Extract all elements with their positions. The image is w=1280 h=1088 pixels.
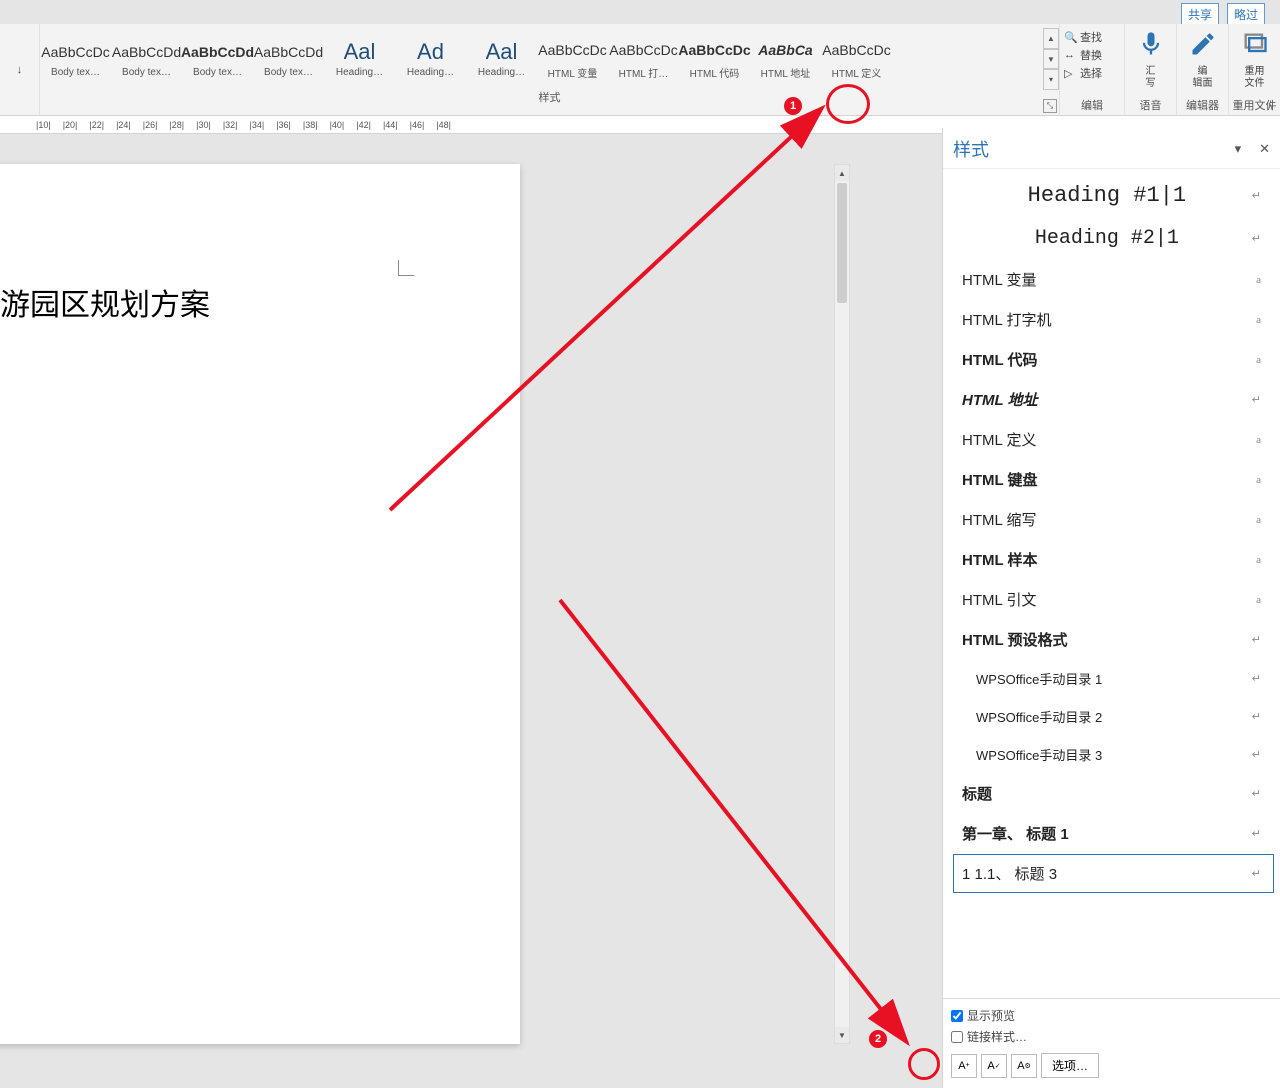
more-button[interactable]: 略过 — [1227, 3, 1265, 26]
scroll-down[interactable]: ▼ — [835, 1027, 849, 1043]
document-area: 游园区规划方案 ▲ ▼ — [0, 134, 850, 1088]
style-list-item[interactable]: Heading #2|1↵ — [953, 218, 1274, 259]
ribbon: ↓ AaBbCcDcBody tex…AaBbCcDdBody tex…AaBb… — [0, 24, 1280, 116]
replace-icon: ↔ — [1064, 49, 1076, 61]
voice-section[interactable]: 汇 写 语音 — [1124, 24, 1176, 115]
cursor-mark — [398, 260, 414, 276]
style-gallery-item[interactable]: AaBbCcDcHTML 代码 — [679, 28, 750, 86]
style-list-item[interactable]: HTML 变量a — [953, 260, 1274, 299]
pane-footer: 显示预览 链接样式… A+ A✓ A⚙ 选项… — [943, 998, 1280, 1088]
style-list-item[interactable]: 1 1.1、 标题 3↵ — [953, 854, 1274, 893]
vertical-scrollbar[interactable]: ▲ ▼ — [834, 164, 850, 1044]
clipboard-section: ↓ — [0, 24, 40, 115]
manage-styles-button[interactable]: A⚙ — [1011, 1054, 1037, 1078]
replace-button[interactable]: ↔替换 — [1064, 46, 1120, 64]
style-list-item[interactable]: HTML 地址↵ — [953, 380, 1274, 419]
editor-icon — [1189, 30, 1217, 58]
annotation-ring-2 — [908, 1048, 940, 1080]
clipboard-icon: ↓ — [17, 64, 23, 76]
style-gallery-item[interactable]: AdHeading… — [395, 28, 466, 86]
style-list-item[interactable]: HTML 代码a — [953, 340, 1274, 379]
style-list-item[interactable]: HTML 键盘a — [953, 460, 1274, 499]
gallery-spinner: ▲ ▼ ▾ — [1043, 28, 1059, 90]
new-style-button[interactable]: A+ — [951, 1054, 977, 1078]
collapse-ribbon[interactable]: ∧ — [1267, 102, 1274, 113]
style-list-item[interactable]: HTML 引文a — [953, 580, 1274, 619]
pane-close[interactable]: ✕ — [1259, 141, 1270, 157]
style-list-item[interactable]: WPSOffice手动目录 1↵ — [953, 660, 1274, 697]
reuse-icon — [1241, 30, 1269, 58]
pane-title: 样式 — [953, 136, 989, 162]
editing-label: 编辑 — [1064, 97, 1120, 113]
gallery-down[interactable]: ▼ — [1043, 49, 1059, 70]
styles-launcher[interactable]: ⤡ — [1043, 99, 1057, 113]
show-preview-checkbox[interactable]: 显示预览 — [951, 1005, 1272, 1026]
gallery-up[interactable]: ▲ — [1043, 28, 1059, 49]
gallery-more[interactable]: ▾ — [1043, 69, 1059, 90]
styles-pane: 样式 ▾ ✕ Heading #1|1↵Heading #2|1↵HTML 变量… — [942, 128, 1280, 1088]
annotation-badge-2: 2 — [869, 1030, 887, 1048]
style-list-item[interactable]: Heading #1|1↵ — [953, 174, 1274, 217]
style-list-item[interactable]: HTML 样本a — [953, 540, 1274, 579]
link-styles-checkbox[interactable]: 链接样式… — [951, 1026, 1272, 1047]
search-icon: 🔍 — [1064, 31, 1076, 43]
style-list-item[interactable]: 标题↵ — [953, 774, 1274, 813]
style-list-item[interactable]: HTML 打字机a — [953, 300, 1274, 339]
style-list-item[interactable]: HTML 缩写a — [953, 500, 1274, 539]
style-gallery-item[interactable]: AalHeading… — [324, 28, 395, 86]
style-gallery-item[interactable]: AaBbCcDdBody tex… — [111, 28, 182, 86]
style-gallery-item[interactable]: AaBbCcDcBody tex… — [40, 28, 111, 86]
style-gallery-item[interactable]: AaBbCcDcHTML 打… — [608, 28, 679, 86]
link-styles-input[interactable] — [951, 1031, 963, 1043]
document-page[interactable]: 游园区规划方案 — [0, 164, 520, 1044]
microphone-icon — [1137, 30, 1165, 58]
style-list-item[interactable]: HTML 预设格式↵ — [953, 620, 1274, 659]
show-preview-input[interactable] — [951, 1010, 963, 1022]
pane-dropdown[interactable]: ▾ — [1235, 141, 1242, 157]
style-gallery-item[interactable]: AalHeading… — [466, 28, 537, 86]
style-list-item[interactable]: WPSOffice手动目录 2↵ — [953, 698, 1274, 735]
cursor-icon: ▷ — [1064, 67, 1076, 79]
style-list-item[interactable]: 第一章、 标题 1↵ — [953, 814, 1274, 853]
scroll-thumb[interactable] — [837, 183, 847, 303]
select-button[interactable]: ▷选择 — [1064, 64, 1120, 82]
options-button[interactable]: 选项… — [1041, 1053, 1099, 1078]
style-gallery-item[interactable]: AaBbCcDcHTML 定义 — [821, 28, 892, 86]
gallery-label: 样式 — [40, 86, 1059, 108]
style-gallery-item[interactable]: AaBbCcDdBody tex… — [253, 28, 324, 86]
scroll-up[interactable]: ▲ — [835, 165, 849, 181]
style-gallery-item[interactable]: AaBbCcDcHTML 变量 — [537, 28, 608, 86]
styles-list: Heading #1|1↵Heading #2|1↵HTML 变量aHTML 打… — [943, 169, 1280, 998]
find-button[interactable]: 🔍查找 — [1064, 28, 1120, 46]
style-inspector-button[interactable]: A✓ — [981, 1054, 1007, 1078]
editing-section: 🔍查找 ↔替换 ▷选择 编辑 — [1059, 24, 1124, 115]
document-title: 游园区规划方案 — [0, 280, 210, 324]
style-list-item[interactable]: WPSOffice手动目录 3↵ — [953, 736, 1274, 773]
annotation-badge-1: 1 — [784, 97, 802, 115]
style-gallery-item[interactable]: AaBbCcDdBody tex… — [182, 28, 253, 86]
styles-gallery: AaBbCcDcBody tex…AaBbCcDdBody tex…AaBbCc… — [40, 24, 1059, 115]
style-gallery-item[interactable]: AaBbCaHTML 地址 — [750, 28, 821, 86]
share-button[interactable]: 共享 — [1181, 3, 1219, 26]
style-list-item[interactable]: HTML 定义a — [953, 420, 1274, 459]
editor-section[interactable]: 编 辑面 编辑器 — [1176, 24, 1228, 115]
